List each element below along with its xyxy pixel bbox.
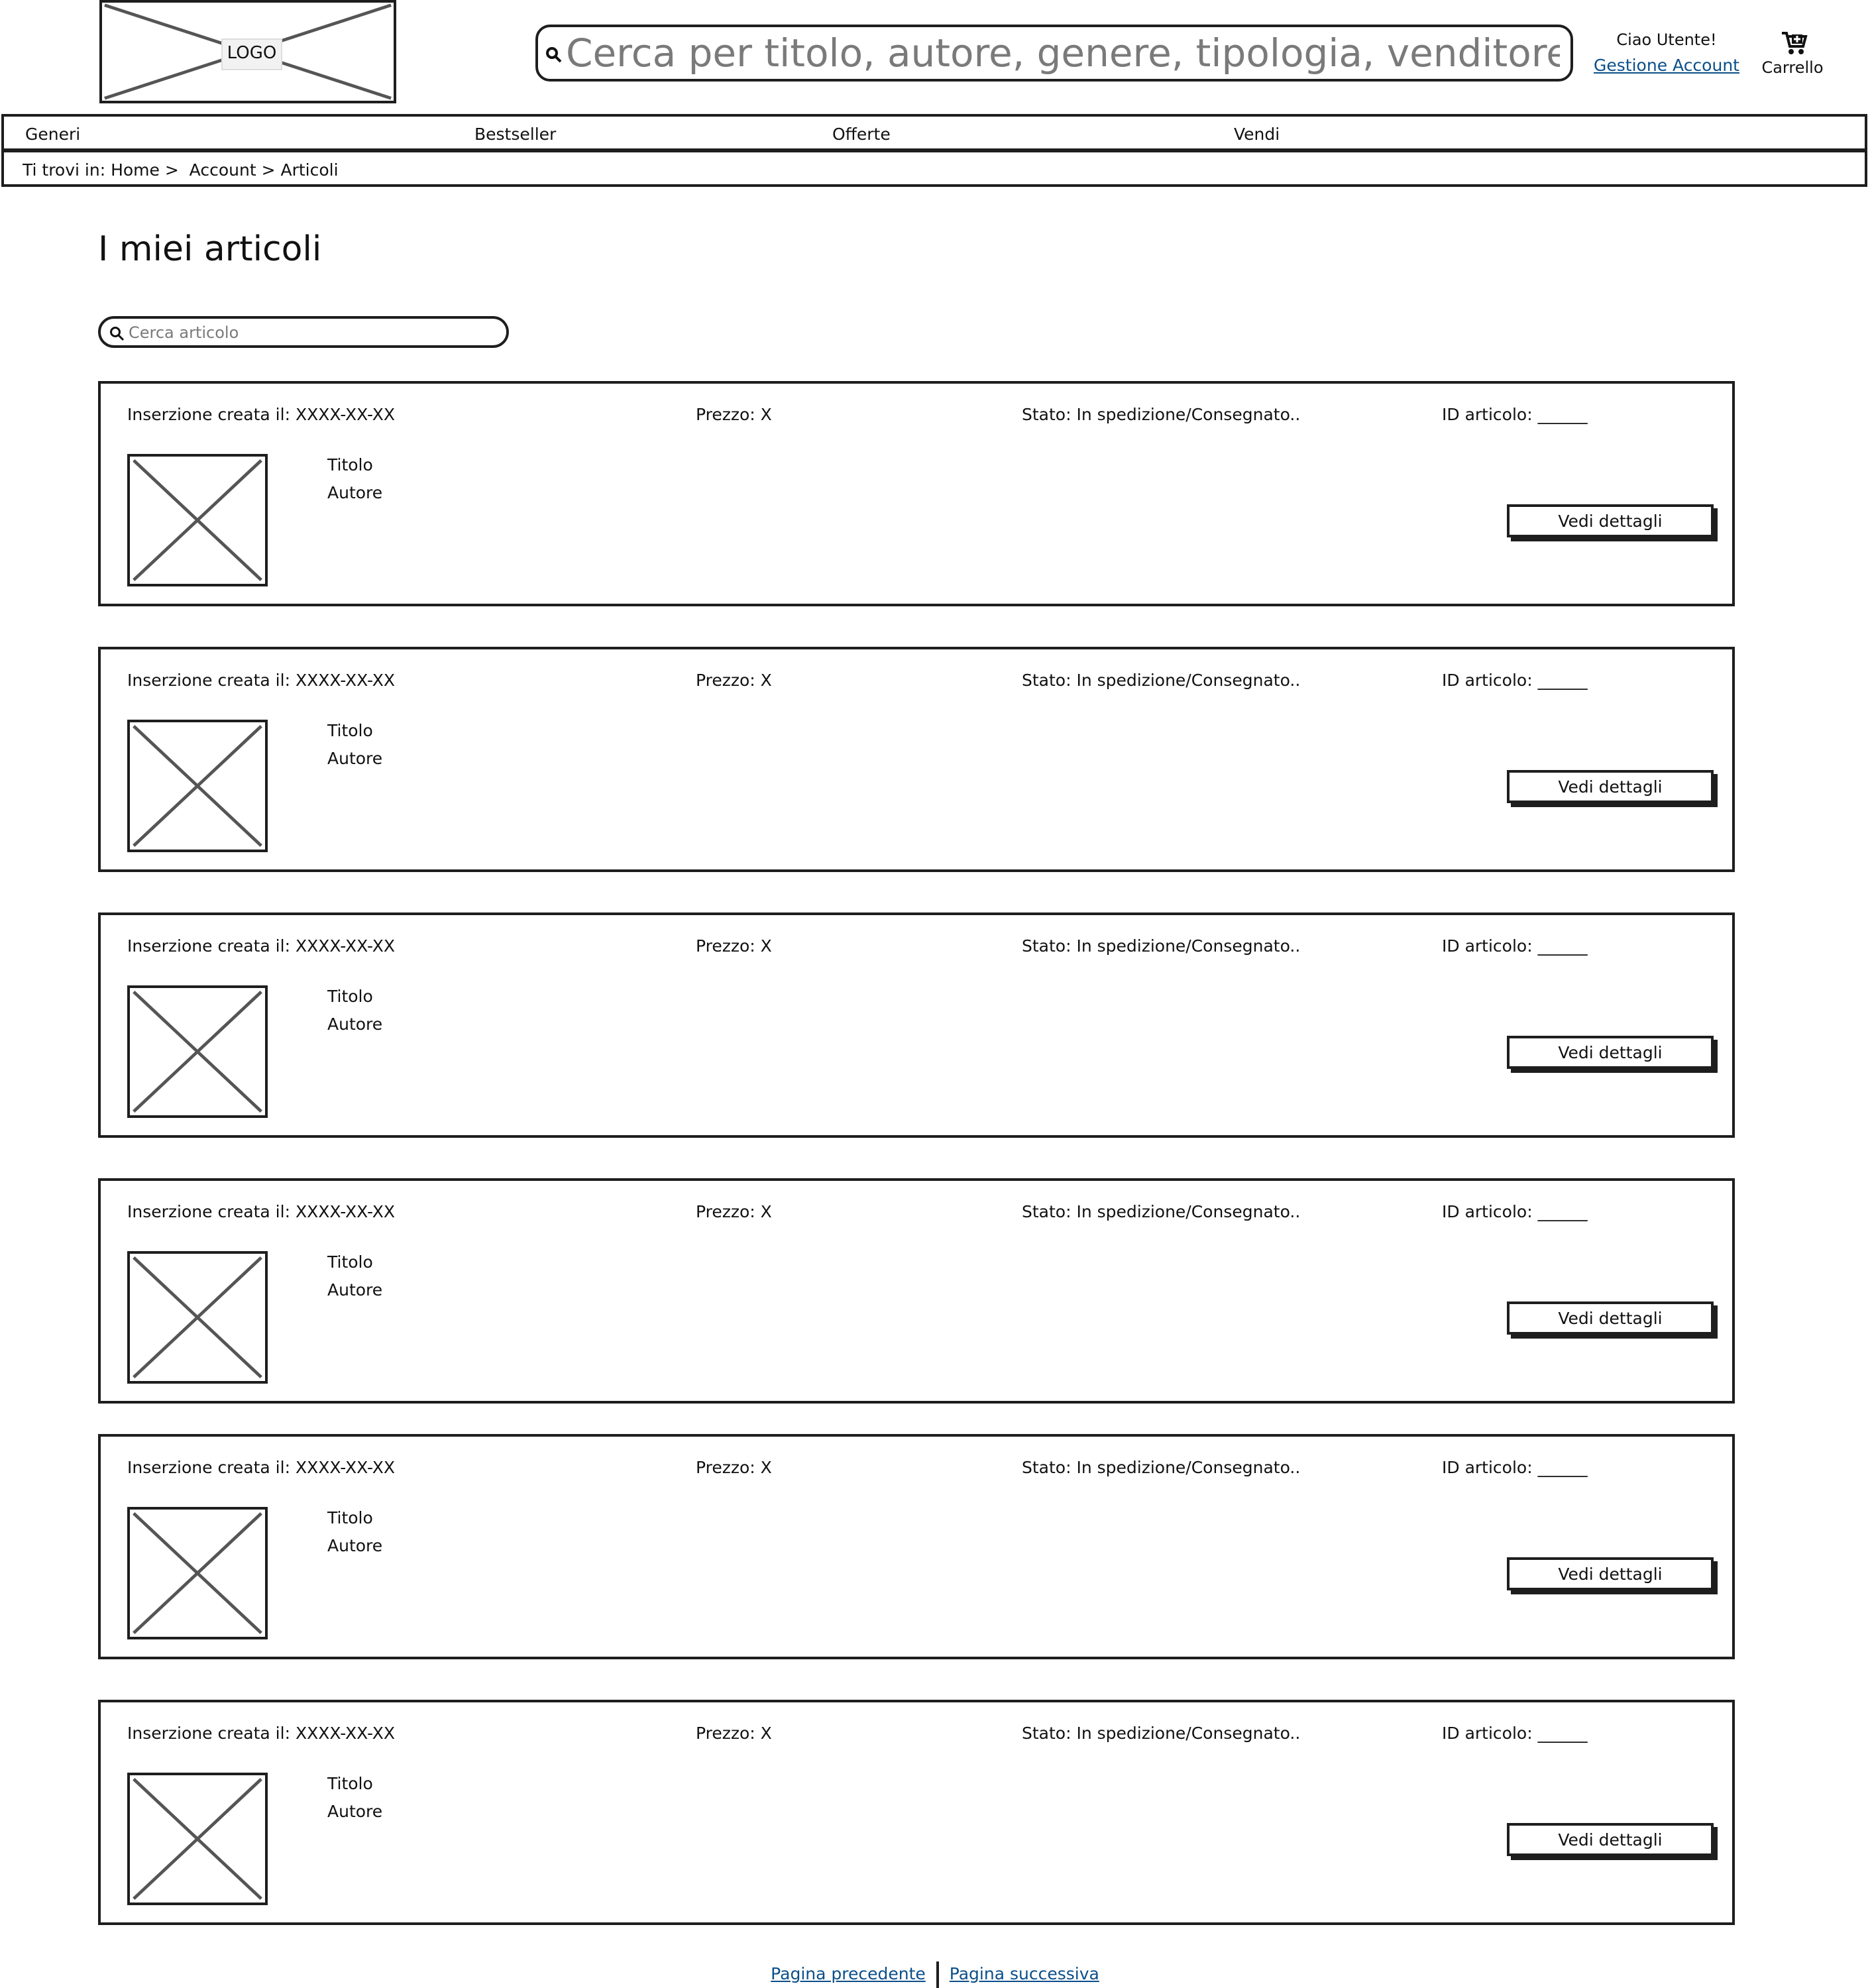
image-placeholder-icon [133, 725, 262, 847]
article-thumbnail [127, 1773, 268, 1905]
article-title: Titolo [327, 1508, 373, 1527]
image-placeholder-icon [133, 459, 262, 581]
breadcrumb: Ti trovi in: Home > Account > Articoli [23, 160, 339, 180]
article-card: Inserzione creata il: XXXX-XX-XX Prezzo:… [98, 1178, 1735, 1404]
nav-item-bestseller[interactable]: Bestseller [474, 125, 556, 144]
article-author: Autore [327, 1280, 383, 1299]
article-status: Stato: In spedizione/Consegnato.. [1022, 1458, 1301, 1477]
image-placeholder-icon [133, 1256, 262, 1378]
article-search-box[interactable] [98, 316, 509, 348]
article-thumbnail [127, 454, 268, 586]
article-author: Autore [327, 1536, 383, 1555]
article-author: Autore [327, 1802, 383, 1821]
article-created-date: Inserzione creata il: XXXX-XX-XX [127, 936, 396, 956]
article-card: Inserzione creata il: XXXX-XX-XX Prezzo:… [98, 1700, 1735, 1925]
nav-item-offerte[interactable]: Offerte [832, 125, 891, 144]
article-status: Stato: In spedizione/Consegnato.. [1022, 1724, 1301, 1743]
article-price: Prezzo: X [696, 671, 772, 690]
cart-icon [1782, 32, 1808, 54]
article-author: Autore [327, 483, 383, 502]
cart-button[interactable]: Carrello [1749, 28, 1836, 81]
view-details-button[interactable]: Vedi dettagli [1507, 1301, 1714, 1335]
article-id: ID articolo: ______ [1442, 1202, 1588, 1221]
previous-page-link[interactable]: Pagina precedente [771, 1964, 926, 1983]
article-created-date: Inserzione creata il: XXXX-XX-XX [127, 405, 396, 424]
article-created-date: Inserzione creata il: XXXX-XX-XX [127, 1724, 396, 1743]
article-card: Inserzione creata il: XXXX-XX-XX Prezzo:… [98, 912, 1735, 1138]
article-created-date: Inserzione creata il: XXXX-XX-XX [127, 1202, 396, 1221]
cart-label: Carrello [1761, 58, 1824, 77]
user-greeting: Ciao Utente! [1616, 30, 1717, 49]
article-card: Inserzione creata il: XXXX-XX-XX Prezzo:… [98, 1434, 1735, 1659]
article-thumbnail [127, 720, 268, 852]
article-title: Titolo [327, 1774, 373, 1793]
image-placeholder-icon [133, 1512, 262, 1634]
article-author: Autore [327, 749, 383, 768]
article-created-date: Inserzione creata il: XXXX-XX-XX [127, 1458, 396, 1477]
article-author: Autore [327, 1015, 383, 1034]
article-search-input[interactable] [129, 321, 500, 344]
article-price: Prezzo: X [696, 405, 772, 424]
article-price: Prezzo: X [696, 936, 772, 956]
article-thumbnail [127, 1251, 268, 1384]
article-title: Titolo [327, 455, 373, 474]
view-details-button[interactable]: Vedi dettagli [1507, 1557, 1714, 1590]
article-card: Inserzione creata il: XXXX-XX-XX Prezzo:… [98, 647, 1735, 872]
global-search-input[interactable] [566, 30, 1560, 76]
article-id: ID articolo: ______ [1442, 936, 1588, 956]
page-title: I miei articoli [98, 229, 322, 269]
view-details-button[interactable]: Vedi dettagli [1507, 1036, 1714, 1069]
article-thumbnail [127, 985, 268, 1118]
article-created-date: Inserzione creata il: XXXX-XX-XX [127, 671, 396, 690]
article-id: ID articolo: ______ [1442, 1724, 1588, 1743]
global-search-box[interactable] [535, 25, 1573, 82]
view-details-button[interactable]: Vedi dettagli [1507, 770, 1714, 803]
nav-item-generi[interactable]: Generi [25, 125, 80, 144]
pagination: Pagina precedente Pagina successiva [0, 1961, 1870, 1988]
article-id: ID articolo: ______ [1442, 1458, 1588, 1477]
logo[interactable]: LOGO [99, 0, 396, 103]
next-page-link[interactable]: Pagina successiva [950, 1964, 1099, 1983]
view-details-button[interactable]: Vedi dettagli [1507, 1823, 1714, 1856]
article-status: Stato: In spedizione/Consegnato.. [1022, 1202, 1301, 1221]
search-icon [546, 47, 562, 63]
article-id: ID articolo: ______ [1442, 671, 1588, 690]
account-management-link[interactable]: Gestione Account [1590, 56, 1743, 75]
article-price: Prezzo: X [696, 1724, 772, 1743]
view-details-button[interactable]: Vedi dettagli [1507, 504, 1714, 537]
article-status: Stato: In spedizione/Consegnato.. [1022, 936, 1301, 956]
article-id: ID articolo: ______ [1442, 405, 1588, 424]
article-card: Inserzione creata il: XXXX-XX-XX Prezzo:… [98, 381, 1735, 606]
article-status: Stato: In spedizione/Consegnato.. [1022, 405, 1301, 424]
pagination-divider [936, 1961, 939, 1988]
article-status: Stato: In spedizione/Consegnato.. [1022, 671, 1301, 690]
breadcrumb-bar: Ti trovi in: Home > Account > Articoli [1, 150, 1867, 187]
article-thumbnail [127, 1507, 268, 1639]
article-title: Titolo [327, 987, 373, 1006]
logo-label: LOGO [221, 38, 282, 70]
image-placeholder-icon [133, 991, 262, 1113]
article-title: Titolo [327, 721, 373, 740]
image-placeholder-icon [133, 1778, 262, 1900]
article-title: Titolo [327, 1252, 373, 1272]
article-price: Prezzo: X [696, 1458, 772, 1477]
article-price: Prezzo: X [696, 1202, 772, 1221]
search-icon [110, 327, 125, 341]
main-nav: Generi Bestseller Offerte Vendi [1, 114, 1867, 151]
nav-item-vendi[interactable]: Vendi [1234, 125, 1280, 144]
